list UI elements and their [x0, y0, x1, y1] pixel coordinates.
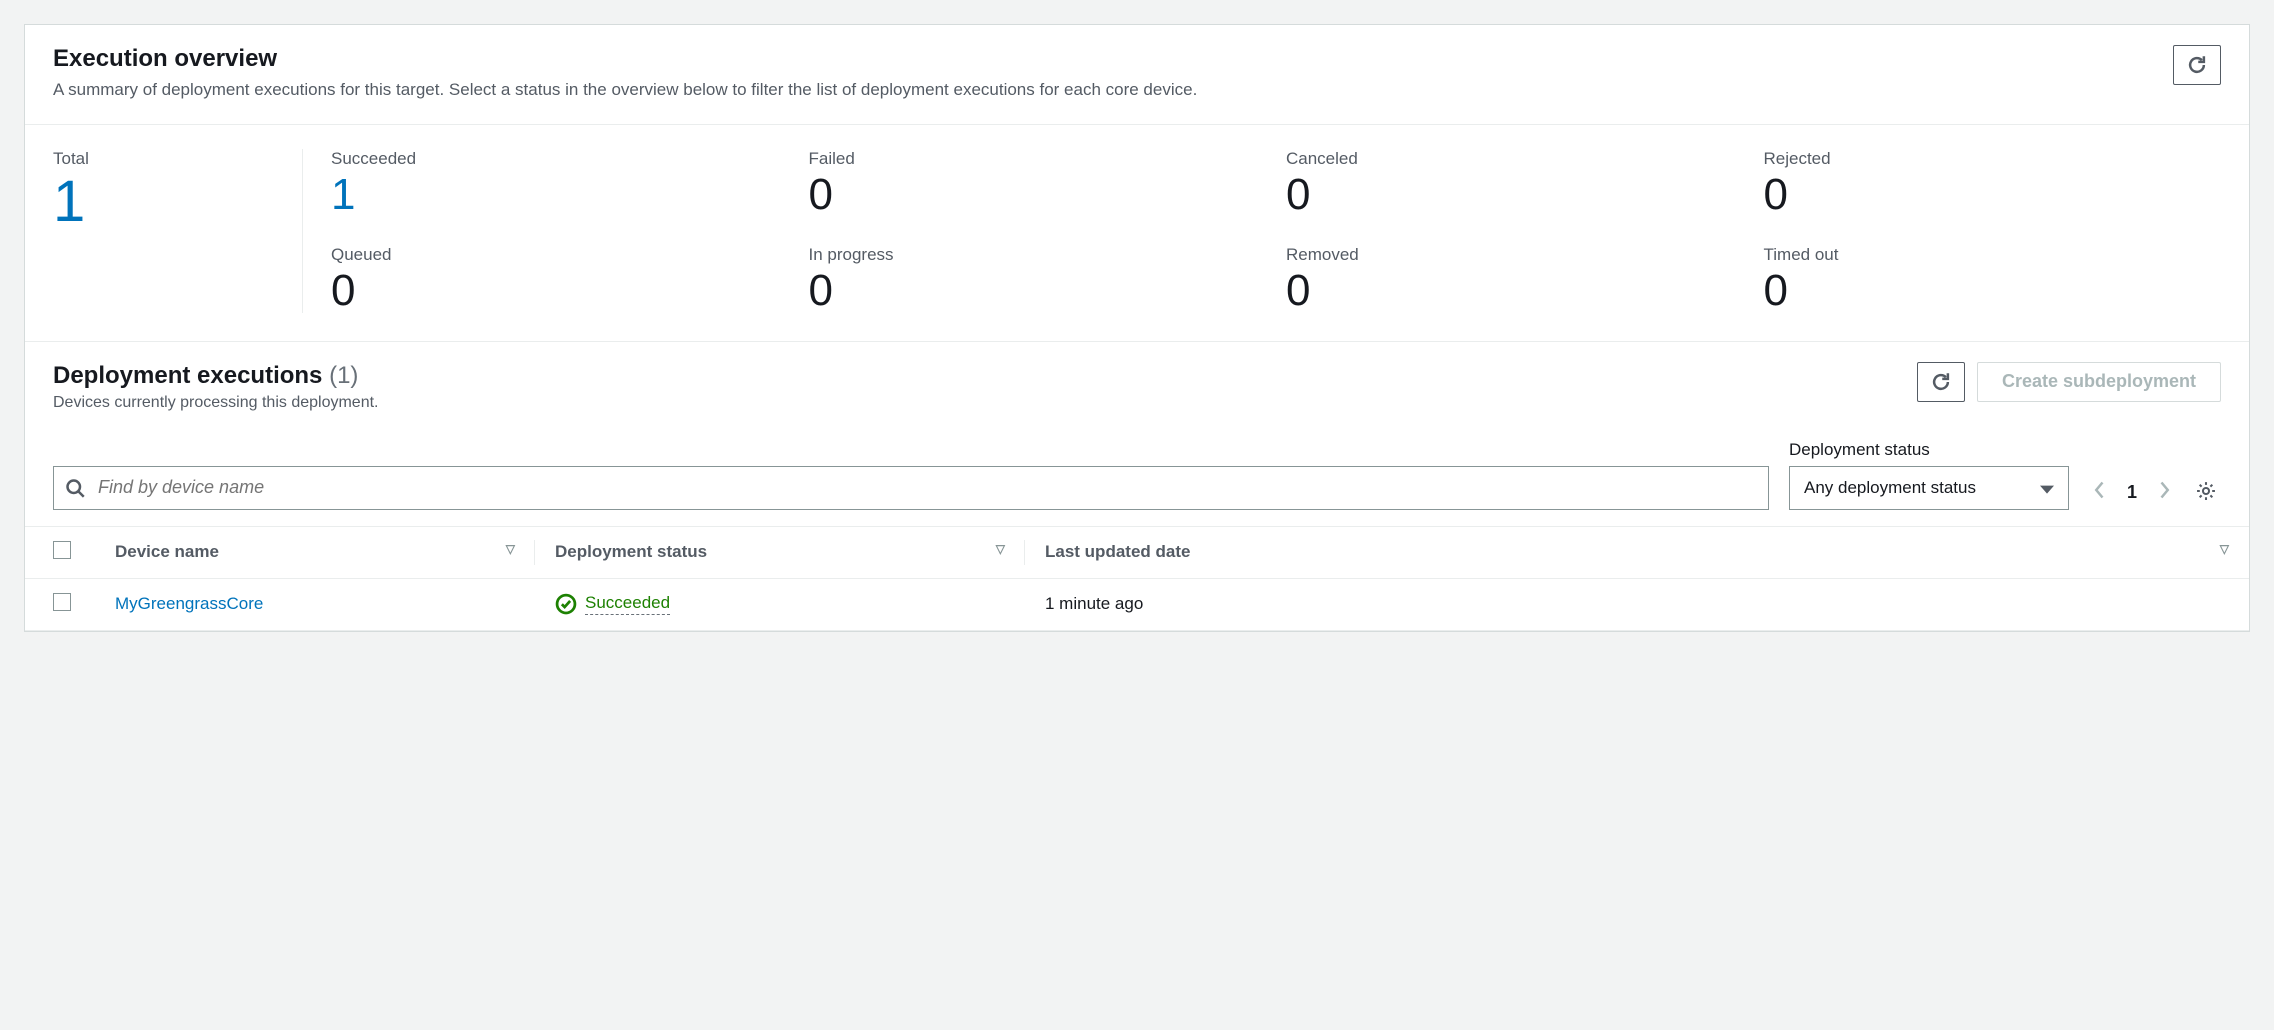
stat-value[interactable]: 0 — [1764, 173, 2222, 217]
column-checkbox — [25, 526, 95, 578]
executions-title: Deployment executions (1) — [53, 362, 378, 390]
panel-title: Execution overview — [53, 45, 1197, 74]
executions-section: Deployment executions (1) Devices curren… — [25, 341, 2249, 631]
sort-icon: ▽ — [2220, 542, 2229, 556]
status-cell: Succeeded — [555, 593, 1005, 615]
search-input[interactable] — [53, 466, 1769, 510]
stat-label-total: Total — [53, 149, 274, 169]
status-filter: Deployment status Any deployment status — [1789, 440, 2069, 510]
status-text[interactable]: Succeeded — [585, 593, 670, 615]
search-box — [53, 466, 1769, 510]
stat-label: Timed out — [1764, 245, 2222, 265]
stat-in-progress: In progress 0 — [809, 245, 1267, 313]
create-subdeployment-button[interactable]: Create subdeployment — [1977, 362, 2221, 402]
panel-subtitle: A summary of deployment executions for t… — [53, 80, 1197, 100]
device-link[interactable]: MyGreengrassCore — [115, 594, 263, 613]
stat-label: In progress — [809, 245, 1267, 265]
column-device-name[interactable]: Device name ▽ — [95, 526, 535, 578]
stat-grid: Succeeded 1 Failed 0 Canceled 0 Rejected… — [303, 149, 2221, 313]
executions-count: (1) — [329, 362, 358, 389]
refresh-icon — [1931, 372, 1951, 392]
page-number: 1 — [2127, 482, 2137, 503]
gear-icon — [2195, 480, 2217, 502]
stat-label: Queued — [331, 245, 789, 265]
executions-header: Deployment executions (1) Devices curren… — [53, 362, 2221, 412]
table-row: MyGreengrassCore Succeeded 1 minute ago — [25, 578, 2249, 630]
next-page-button[interactable] — [2153, 476, 2175, 510]
chevron-left-icon — [2093, 480, 2107, 500]
refresh-icon — [2187, 55, 2207, 75]
stat-failed: Failed 0 — [809, 149, 1267, 217]
stat-removed: Removed 0 — [1286, 245, 1744, 313]
last-updated-cell: 1 minute ago — [1025, 578, 2249, 630]
stat-value[interactable]: 0 — [1286, 173, 1744, 217]
refresh-button[interactable] — [2173, 45, 2221, 85]
stat-canceled: Canceled 0 — [1286, 149, 1744, 217]
stat-timed-out: Timed out 0 — [1764, 245, 2222, 313]
stat-total: Total 1 — [53, 149, 303, 313]
stat-queued: Queued 0 — [331, 245, 789, 313]
sort-icon: ▽ — [996, 542, 1005, 556]
chevron-right-icon — [2157, 480, 2171, 500]
pagination: 1 — [2089, 476, 2221, 510]
panel-header: Execution overview A summary of deployme… — [25, 25, 2249, 124]
stat-label: Failed — [809, 149, 1267, 169]
stat-value[interactable]: 0 — [809, 173, 1267, 217]
executions-subtitle: Devices currently processing this deploy… — [53, 394, 378, 412]
stat-succeeded: Succeeded 1 — [331, 149, 789, 217]
stat-value[interactable]: 0 — [1286, 269, 1744, 313]
stat-label: Canceled — [1286, 149, 1744, 169]
stat-value[interactable]: 1 — [331, 173, 789, 217]
stat-value-total[interactable]: 1 — [53, 173, 274, 231]
executions-table: Device name ▽ Deployment status ▽ Last u… — [25, 526, 2249, 631]
stat-rejected: Rejected 0 — [1764, 149, 2222, 217]
row-checkbox[interactable] — [53, 593, 71, 611]
stat-label: Removed — [1286, 245, 1744, 265]
stat-value[interactable]: 0 — [1764, 269, 2222, 313]
prev-page-button[interactable] — [2089, 476, 2111, 510]
table-settings-button[interactable] — [2191, 476, 2221, 509]
execution-overview-panel: Execution overview A summary of deployme… — [24, 24, 2250, 632]
column-deployment-status[interactable]: Deployment status ▽ — [535, 526, 1025, 578]
status-filter-select[interactable]: Any deployment status — [1789, 466, 2069, 510]
stat-label: Succeeded — [331, 149, 789, 169]
stat-value[interactable]: 0 — [809, 269, 1267, 313]
stat-value[interactable]: 0 — [331, 269, 789, 313]
select-all-checkbox[interactable] — [53, 541, 71, 559]
search-icon — [65, 478, 85, 498]
success-icon — [555, 593, 577, 615]
status-filter-label: Deployment status — [1789, 440, 2069, 460]
stats-section: Total 1 Succeeded 1 Failed 0 Canceled 0 … — [25, 124, 2249, 341]
filter-row: Deployment status Any deployment status … — [53, 440, 2221, 510]
column-last-updated[interactable]: Last updated date ▽ — [1025, 526, 2249, 578]
stat-label: Rejected — [1764, 149, 2222, 169]
sort-icon: ▽ — [506, 542, 515, 556]
executions-refresh-button[interactable] — [1917, 362, 1965, 402]
